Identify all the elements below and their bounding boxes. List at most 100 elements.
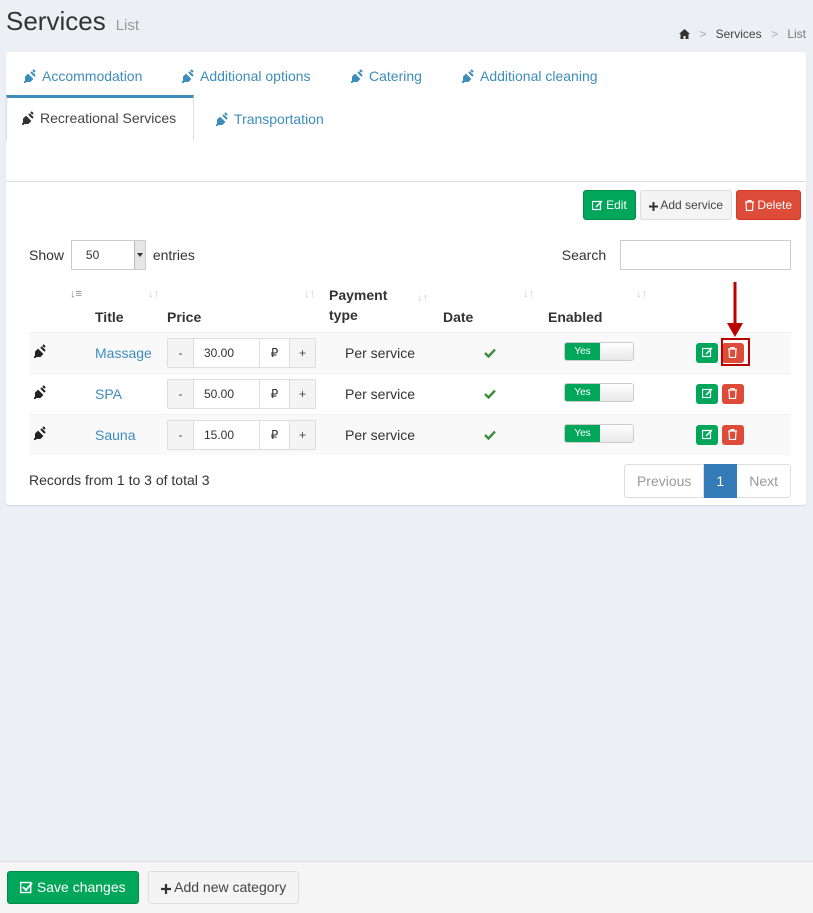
price-decrement-button[interactable]: - — [168, 379, 193, 408]
tab-accommodation[interactable]: Accommodation — [9, 54, 157, 98]
services-table: ↓≡ Title ↓↑ Price ↓↑ Payment type ↓↑ Dat… — [29, 280, 791, 455]
page-subtitle: List — [115, 17, 140, 34]
price-increment-button[interactable]: + — [290, 338, 315, 367]
column-header-title[interactable]: Title ↓↑ — [73, 280, 167, 333]
trash-icon — [744, 199, 754, 212]
payment-type: Per service — [345, 344, 416, 361]
price-input[interactable]: 50.00 — [193, 379, 260, 408]
tab-label: Recreational Services — [40, 110, 177, 126]
add-service-button[interactable]: Add service — [639, 190, 733, 220]
price-increment-button[interactable]: + — [290, 379, 315, 408]
price-stepper: - 15.00 ₽ + — [167, 419, 316, 450]
tab-label: Additional cleaning — [480, 68, 598, 84]
table-row: SPA - 50.00 ₽ + Per service Yes — [29, 372, 791, 414]
pagination-previous[interactable]: Previous — [623, 464, 705, 498]
annotation-arrow-icon — [727, 282, 743, 337]
column-header-price[interactable]: Price ↓↑ — [167, 280, 329, 333]
pagination-next[interactable]: Next — [737, 464, 791, 498]
search-input[interactable] — [620, 240, 791, 270]
currency-label: ₽ — [260, 338, 290, 367]
plug-icon — [350, 56, 365, 100]
column-header-payment-type[interactable]: Payment type ↓↑ — [329, 280, 443, 333]
tab-additional-cleaning[interactable]: Additional cleaning — [447, 54, 613, 98]
plug-icon — [33, 426, 48, 443]
price-decrement-button[interactable]: - — [168, 420, 193, 449]
edit-category-button[interactable]: Edit — [582, 190, 636, 220]
footer-bar: Save changes Add new category — [0, 861, 813, 913]
chevron-down-icon[interactable] — [133, 241, 145, 269]
service-title-link[interactable]: Sauna — [95, 427, 135, 443]
search-label: Search — [561, 247, 607, 263]
column-header-enabled[interactable]: Enabled ↓↑ — [548, 280, 683, 333]
add-category-button[interactable]: Add new category — [148, 871, 300, 904]
plug-icon — [215, 99, 230, 143]
annotation-highlight-box — [721, 338, 750, 366]
enabled-toggle[interactable]: Yes — [564, 341, 634, 361]
tab-recreational-services[interactable]: Recreational Services — [6, 95, 194, 140]
service-title-link[interactable]: SPA — [95, 386, 122, 402]
column-header-date[interactable]: Date ↓↑ — [443, 280, 548, 333]
delete-label: Delete — [757, 198, 792, 212]
trash-icon — [728, 428, 738, 440]
entries-value: 50 — [85, 248, 100, 262]
price-input[interactable]: 15.00 — [193, 420, 260, 449]
sort-icon: ↓↑ — [523, 288, 534, 300]
edit-service-button[interactable] — [696, 424, 718, 445]
price-stepper: - 30.00 ₽ + — [167, 337, 316, 368]
edit-icon — [591, 200, 603, 211]
table-row: Massage - 30.00 ₽ + Per service Yes — [29, 331, 791, 373]
tab-catering[interactable]: Catering — [336, 54, 437, 98]
column-header-icon[interactable]: ↓≡ — [29, 280, 82, 333]
breadcrumb: > Services > List — [678, 27, 806, 42]
enabled-toggle[interactable]: Yes — [564, 423, 634, 443]
check-icon — [484, 427, 496, 443]
save-changes-button[interactable]: Save changes — [7, 871, 139, 904]
price-input[interactable]: 30.00 — [193, 338, 260, 367]
delete-category-button[interactable]: Delete — [735, 190, 801, 220]
entries-control: Show 50 entries — [29, 240, 195, 270]
plug-icon — [181, 56, 196, 100]
toggle-on-label: Yes — [565, 424, 600, 442]
price-increment-button[interactable]: + — [290, 420, 315, 449]
toggle-knob — [600, 424, 633, 442]
edit-label: Edit — [606, 198, 627, 212]
records-info: Records from 1 to 3 of total 3 — [29, 472, 210, 488]
tab-additional-options[interactable]: Additional options — [167, 54, 326, 98]
tab-transportation[interactable]: Transportation — [201, 97, 339, 141]
sort-icon: ↓↑ — [304, 288, 315, 300]
payment-type: Per service — [345, 426, 416, 443]
service-title-link[interactable]: Massage — [95, 345, 152, 361]
check-square-icon — [19, 881, 33, 894]
pagination-page[interactable]: 1 — [704, 464, 738, 498]
edit-service-button[interactable] — [696, 383, 718, 404]
entries-select[interactable]: 50 — [70, 240, 146, 270]
page-title: Services List — [6, 6, 139, 37]
sort-icon: ↓↑ — [417, 292, 428, 304]
delete-service-button[interactable] — [721, 424, 744, 445]
price-decrement-button[interactable]: - — [168, 338, 193, 367]
home-icon[interactable] — [678, 28, 690, 42]
toggle-knob — [600, 383, 633, 401]
enabled-toggle[interactable]: Yes — [564, 382, 634, 402]
toggle-on-label: Yes — [565, 342, 600, 360]
breadcrumb-item-list: List — [787, 27, 806, 41]
search-control: Search — [562, 240, 791, 270]
entries-label: entries — [152, 247, 195, 263]
breadcrumb-item-services[interactable]: Services — [716, 27, 762, 41]
sort-icon: ↓↑ — [636, 288, 647, 300]
edit-icon — [701, 346, 713, 357]
table-header-row: ↓≡ Title ↓↑ Price ↓↑ Payment type ↓↑ Dat… — [29, 280, 791, 333]
plug-icon — [21, 100, 36, 140]
breadcrumb-separator: > — [770, 27, 778, 41]
tab-label: Catering — [369, 68, 422, 84]
toggle-knob — [600, 342, 633, 360]
tab-label: Transportation — [234, 111, 324, 127]
show-label: Show — [29, 247, 65, 263]
page-title-text: Services — [6, 6, 106, 36]
save-changes-label: Save changes — [36, 879, 126, 895]
edit-service-button[interactable] — [696, 342, 718, 363]
delete-service-button[interactable] — [721, 383, 744, 404]
trash-icon — [728, 387, 738, 399]
payment-type: Per service — [345, 385, 416, 402]
tab-label: Additional options — [200, 68, 311, 84]
